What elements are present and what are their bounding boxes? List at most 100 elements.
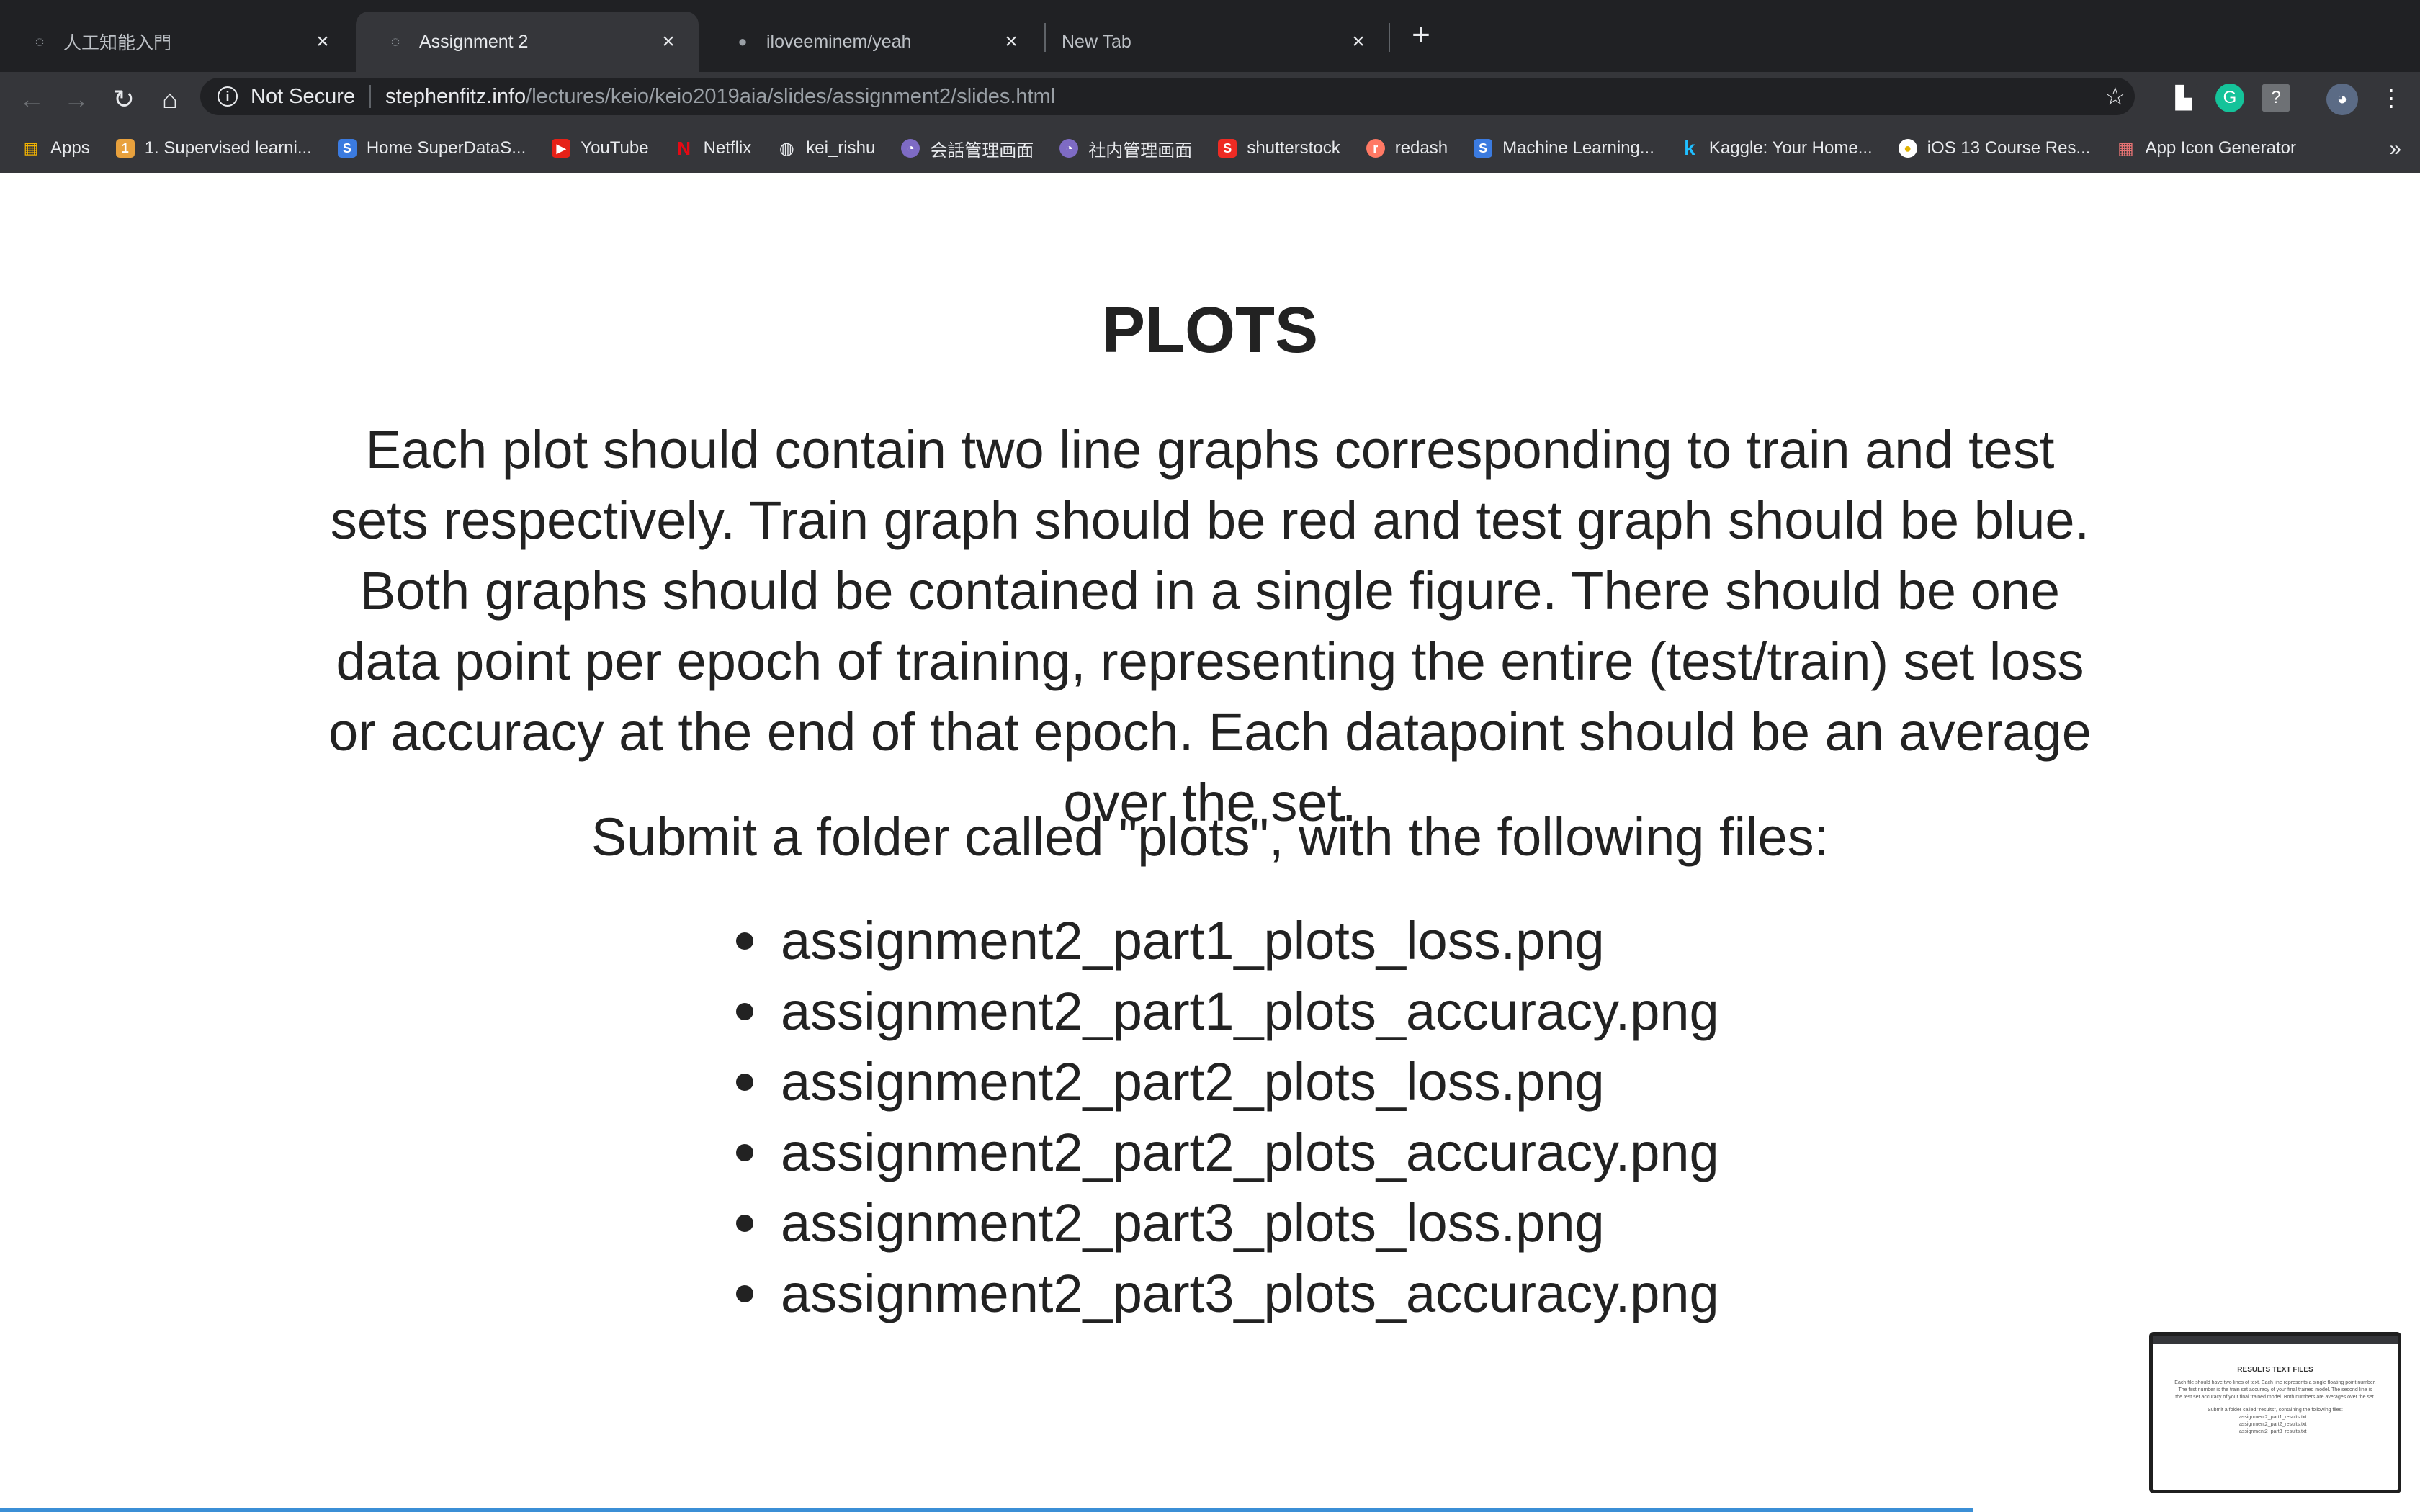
security-label[interactable]: Not Secure <box>251 85 355 109</box>
forward-icon[interactable]: → <box>59 82 94 117</box>
bookmark-youtube[interactable]: ▶ YouTube <box>552 138 649 158</box>
browser-toolbar: ← → ↻ ⌂ i Not Secure stephenfitz.info /l… <box>0 72 2420 173</box>
list-item: assignment2_part2_plots_loss.png <box>720 1047 1719 1117</box>
avatar[interactable]: ◕ <box>2326 84 2358 115</box>
bookmark-ios13-course[interactable]: ● iOS 13 Course Res... <box>1898 138 2091 158</box>
netflix-icon: N <box>677 137 691 159</box>
star-icon[interactable]: ☆ <box>2105 82 2126 111</box>
home-icon[interactable]: ⌂ <box>153 82 187 117</box>
bookmark-label: shutterstock <box>1247 138 1340 158</box>
bookmark-netflix[interactable]: N Netflix <box>675 137 752 159</box>
bookmark-label: 社内管理画面 <box>1088 140 1193 161</box>
list-item: assignment2_part1_plots_loss.png <box>720 906 1719 976</box>
bookmark-favicon: ▦ <box>2118 138 2134 158</box>
bookmark-internal-admin[interactable]: ◔ 社内管理画面 <box>1059 136 1192 161</box>
thumbnail-body: Each file should have two lines of text.… <box>2174 1380 2376 1400</box>
tab-title: New Tab <box>1062 31 1131 52</box>
bookmark-label: App Icon Generator <box>2145 138 2296 158</box>
thumbnail-title: RESULTS TEXT FILES <box>2237 1366 2313 1374</box>
thumbnail-file: assignment2_part3_results.txt <box>2239 1429 2307 1434</box>
back-icon[interactable]: ← <box>14 82 49 117</box>
list-item: assignment2_part2_plots_accuracy.png <box>720 1117 1719 1188</box>
tab-divider <box>1389 23 1390 52</box>
bullet-icon <box>736 1144 753 1161</box>
reload-icon[interactable]: ↻ <box>107 82 141 117</box>
kaggle-icon: k <box>1684 137 1695 159</box>
superdatascience-icon: S <box>337 139 357 158</box>
tab-title: iloveeminem/yeah <box>766 31 912 52</box>
github-icon: ● <box>738 32 748 50</box>
bookmark-superdatascience[interactable]: S Home SuperDataS... <box>337 138 526 158</box>
bookmark-label: Netflix <box>703 138 752 158</box>
bullet-icon <box>736 1215 753 1232</box>
bookmark-label: Apps <box>50 138 90 158</box>
bookmark-app-icon-generator[interactable]: ▦ App Icon Generator <box>2116 138 2296 158</box>
url-host: stephenfitz.info <box>385 84 526 108</box>
thumbnail-browser-bar <box>2153 1336 2398 1344</box>
bookmark-label: YouTube <box>581 138 649 158</box>
thumbnail-submit: Submit a folder called "results", contai… <box>2208 1408 2343 1413</box>
bookmark-supervised-learning[interactable]: 1 1. Supervised learni... <box>115 138 312 158</box>
bookmark-label: 会話管理画面 <box>930 140 1034 161</box>
bookmark-shutterstock[interactable]: S shutterstock <box>1218 138 1340 158</box>
bookmark-conversation-admin[interactable]: ◔ 会話管理画面 <box>901 136 1034 161</box>
bookmark-favicon: ◔ <box>1059 139 1079 158</box>
new-tab-button[interactable]: + <box>1404 17 1438 53</box>
tab-title: 人工知能入門 <box>63 33 172 53</box>
bookmarks-overflow-icon[interactable]: » <box>2389 137 2401 161</box>
tab-title: Assignment 2 <box>419 31 529 52</box>
slide-progress-bar <box>0 1508 1973 1512</box>
tab-strip: ◌ 人工知能入門 × ◌ Assignment 2 × ● iloveemine… <box>0 0 2420 72</box>
profile-extension-icon[interactable]: ▙ <box>2169 84 2198 112</box>
menu-icon[interactable]: ⋮ <box>2377 84 2406 112</box>
submit-instruction: Submit a folder called "plots", with the… <box>591 807 1829 867</box>
bullet-icon <box>736 1003 753 1020</box>
bookmark-kaggle[interactable]: k Kaggle: Your Home... <box>1680 137 1873 159</box>
bookmark-kei-rishu[interactable]: ◍ kei_rishu <box>777 138 876 158</box>
bookmark-redash[interactable]: r redash <box>1366 138 1448 158</box>
bullet-icon <box>736 1074 753 1091</box>
close-icon[interactable]: × <box>655 29 681 55</box>
bookmark-label: iOS 13 Course Res... <box>1927 138 2091 158</box>
tab-new-tab[interactable]: New Tab × <box>1046 12 1389 72</box>
tab-assignment-2[interactable]: ◌ Assignment 2 × <box>356 12 699 72</box>
next-slide-thumbnail[interactable]: RESULTS TEXT FILES Each file should have… <box>2149 1332 2401 1493</box>
tab-ai-intro[interactable]: ◌ 人工知能入門 × <box>0 12 353 72</box>
list-item: assignment2_part1_plots_accuracy.png <box>720 976 1719 1047</box>
bookmark-favicon: S <box>1474 139 1493 158</box>
redash-icon: r <box>1366 139 1385 158</box>
bookmark-label: kei_rishu <box>806 138 876 158</box>
slide-body: Each plot should contain two line graphs… <box>328 420 2092 832</box>
thumbnail-file: assignment2_part1_results.txt <box>2239 1415 2307 1420</box>
omnibox-divider <box>369 85 372 108</box>
file-list: assignment2_part1_plots_loss.png assignm… <box>720 906 1719 1329</box>
close-icon[interactable]: × <box>998 29 1024 55</box>
address-bar[interactable]: i Not Secure stephenfitz.info /lectures/… <box>200 78 2135 115</box>
info-icon[interactable]: i <box>218 86 238 107</box>
youtube-icon: ▶ <box>552 139 571 158</box>
help-extension-icon[interactable]: ? <box>2262 84 2290 112</box>
globe-icon: ◌ <box>390 32 400 50</box>
file-name: assignment2_part1_plots_accuracy.png <box>781 981 1719 1041</box>
file-name: assignment2_part3_plots_loss.png <box>781 1193 1605 1253</box>
bookmark-apps[interactable]: ▦ Apps <box>22 138 90 158</box>
bookmark-favicon: ◔ <box>901 139 920 158</box>
bookmark-label: Home SuperDataS... <box>366 138 526 158</box>
shutterstock-icon: S <box>1218 139 1237 158</box>
grammarly-icon[interactable]: G <box>2215 84 2244 112</box>
file-name: assignment2_part1_plots_loss.png <box>781 911 1605 971</box>
list-item: assignment2_part3_plots_loss.png <box>720 1188 1719 1259</box>
file-name: assignment2_part2_plots_loss.png <box>781 1052 1605 1112</box>
tab-github[interactable]: ● iloveeminem/yeah × <box>703 12 1041 72</box>
list-item: assignment2_part3_plots_accuracy.png <box>720 1259 1719 1329</box>
close-icon[interactable]: × <box>310 29 336 55</box>
close-icon[interactable]: × <box>1345 29 1371 55</box>
bookmark-label: 1. Supervised learni... <box>144 138 312 158</box>
url-path: /lectures/keio/keio2019aia/slides/assign… <box>526 84 1056 108</box>
apps-grid-icon: ▦ <box>23 139 39 157</box>
thumbnail-file: assignment2_part2_results.txt <box>2239 1422 2307 1427</box>
bookmark-machine-learning[interactable]: S Machine Learning... <box>1474 138 1654 158</box>
bookmark-label: Kaggle: Your Home... <box>1708 138 1873 158</box>
slide-title: PLOTS <box>1101 294 1318 366</box>
bullet-icon <box>736 1285 753 1302</box>
